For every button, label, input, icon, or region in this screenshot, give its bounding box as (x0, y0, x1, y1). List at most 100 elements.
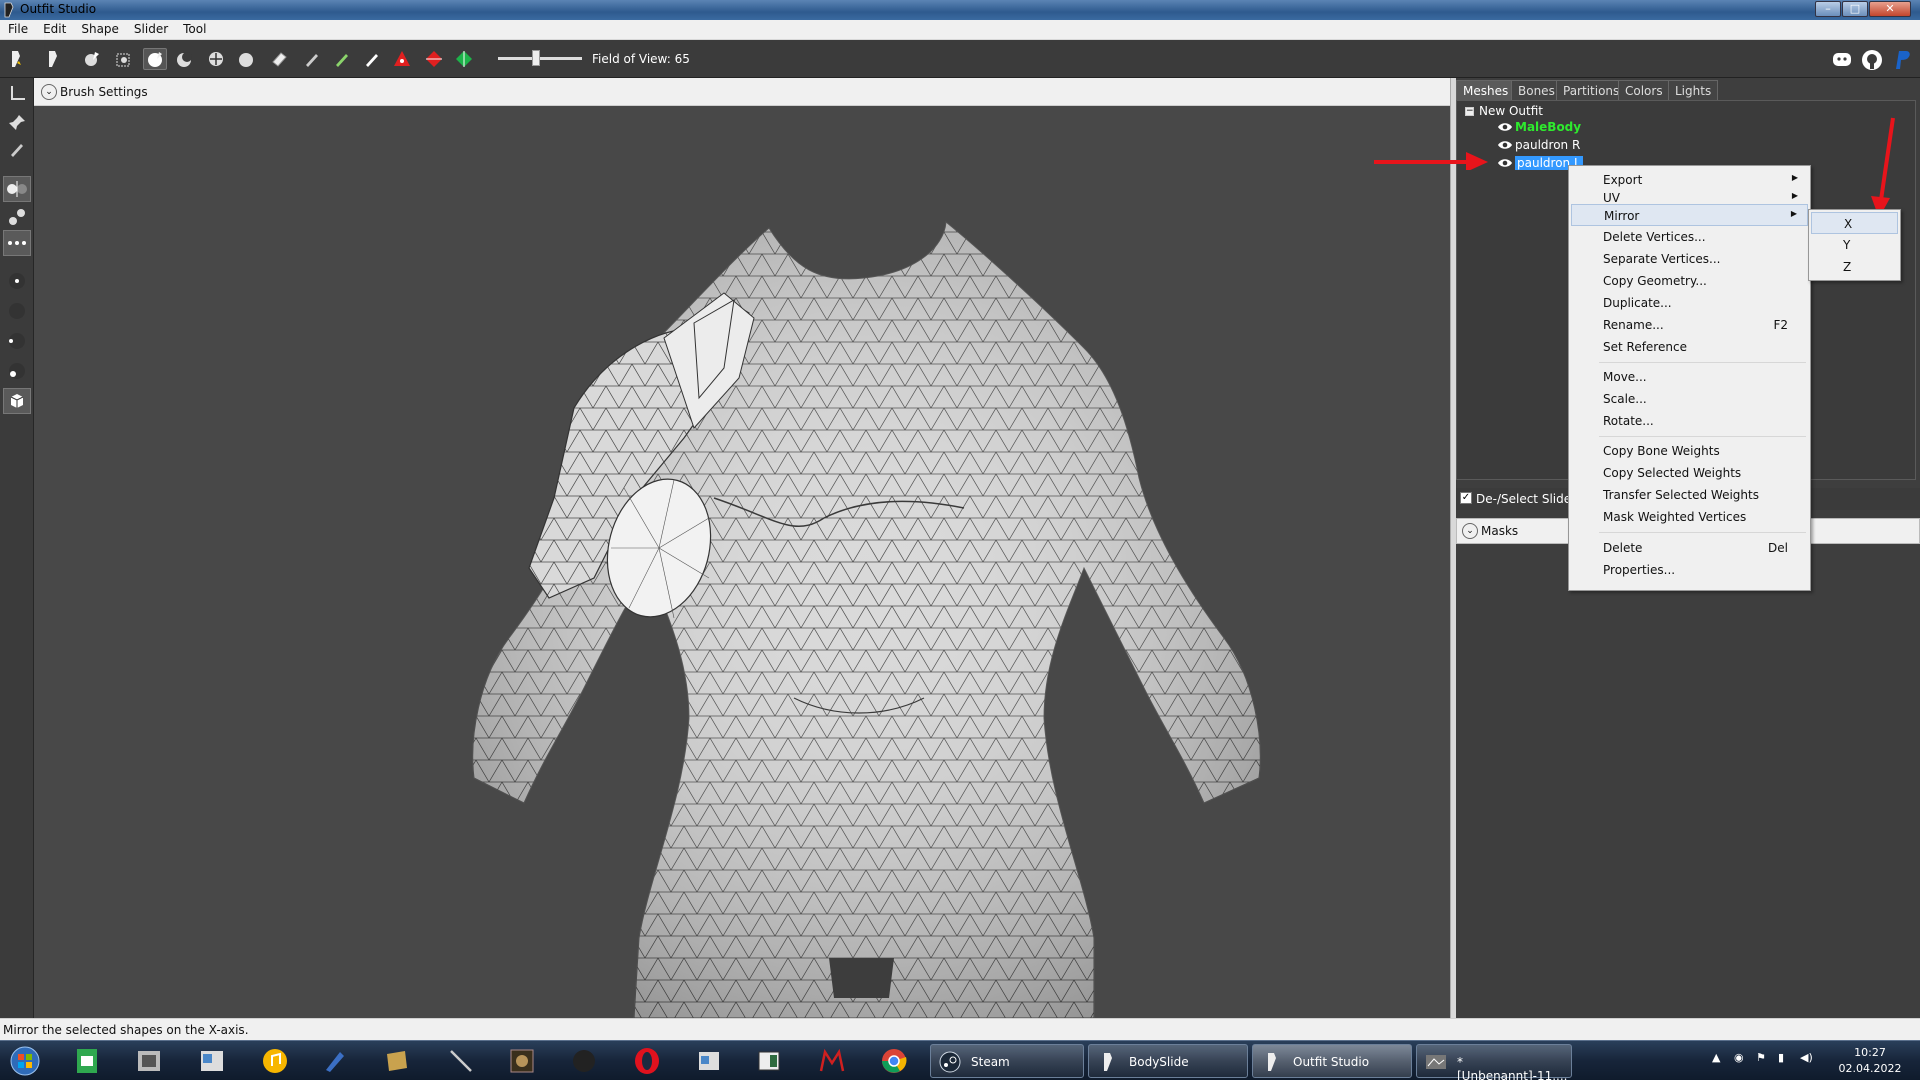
submenu-item-z[interactable]: Z (1811, 256, 1898, 278)
volume-tray-icon[interactable]: ◀) (1800, 1051, 1813, 1064)
brush-size-small-icon[interactable] (3, 268, 31, 294)
bodyslide-star-icon[interactable] (4, 48, 28, 70)
menu-separator (1599, 532, 1806, 533)
menu-item-properties[interactable]: Properties... (1571, 559, 1808, 581)
tab-partitions[interactable]: Partitions (1556, 80, 1627, 100)
unmask-brush-icon[interactable] (172, 48, 196, 70)
menu-item-copy-selected-weights[interactable]: Copy Selected Weights (1571, 462, 1808, 484)
select-sliders-label: De-/Select Sliders (1476, 492, 1583, 506)
pencil-icon[interactable] (3, 136, 31, 162)
menu-item-delete[interactable]: Delete Del (1571, 537, 1808, 559)
menu-shape[interactable]: Shape (73, 20, 126, 36)
wireframe-cube-icon[interactable] (3, 388, 31, 414)
menu-item-set-reference[interactable]: Set Reference (1571, 336, 1808, 358)
chrome-browser-icon[interactable] (877, 1045, 911, 1077)
network-tray-icon[interactable]: ▮ (1778, 1051, 1784, 1064)
window-app-icon[interactable] (752, 1045, 786, 1077)
explorer-icon[interactable] (195, 1045, 229, 1077)
tree-item-malebody[interactable]: MaleBody (1515, 120, 1581, 134)
color-brush-icon[interactable] (330, 48, 354, 70)
brush-size-large-icon[interactable] (3, 328, 31, 354)
move-brush-icon[interactable] (204, 48, 228, 70)
music-player-icon[interactable] (258, 1045, 292, 1077)
3d-viewport[interactable] (34, 78, 1450, 1019)
collapse-vertex-icon[interactable] (390, 48, 414, 70)
tree-item-pauldron-r[interactable]: pauldron R (1515, 138, 1580, 152)
menu-item-rotate[interactable]: Rotate... (1571, 410, 1808, 432)
taskbar-steam-button[interactable]: Steam (930, 1044, 1084, 1078)
mask-brush-icon[interactable] (143, 48, 167, 70)
submenu-item-x[interactable]: X (1811, 212, 1898, 234)
menu-tool[interactable]: Tool (175, 20, 213, 36)
circle-app-icon[interactable] (567, 1045, 601, 1077)
taskbar-clock[interactable]: 10:27 02.04.2022 (1830, 1045, 1910, 1077)
pen-app-icon[interactable] (318, 1045, 352, 1077)
select-sliders-checkbox[interactable]: ✓ (1460, 492, 1472, 504)
maximize-button[interactable]: □ (1842, 1, 1868, 17)
split-edge-icon[interactable] (452, 48, 476, 70)
taskbar-outfit-studio-button[interactable]: Outfit Studio (1252, 1044, 1412, 1078)
menu-item-transfer-selected-weights[interactable]: Transfer Selected Weights (1571, 484, 1808, 506)
x-mirror-icon[interactable] (3, 176, 31, 202)
submenu-item-y[interactable]: Y (1811, 234, 1898, 256)
menu-file[interactable]: File (0, 20, 35, 36)
chevron-down-icon[interactable]: ⌄ (41, 84, 57, 100)
discord-icon[interactable] (1830, 48, 1854, 72)
window-manager-icon[interactable] (692, 1045, 726, 1077)
smooth-brush-icon[interactable] (234, 48, 258, 70)
game-app-icon[interactable] (505, 1045, 539, 1077)
tray-expand-icon[interactable]: ▲ (1712, 1051, 1720, 1064)
spreadsheet-app-icon[interactable] (70, 1045, 104, 1077)
axes-icon[interactable] (3, 80, 31, 106)
tab-lights[interactable]: Lights (1668, 80, 1719, 100)
menu-item-scale[interactable]: Scale... (1571, 388, 1808, 410)
select-brush-icon[interactable] (80, 48, 104, 70)
pin-icon[interactable] (3, 110, 31, 136)
steam-tray-icon[interactable]: ◉ (1734, 1051, 1744, 1064)
menu-edit[interactable]: Edit (35, 20, 73, 36)
vertex-dots-icon[interactable] (3, 230, 31, 256)
tab-bones[interactable]: Bones (1511, 80, 1562, 100)
mx-app-icon[interactable] (815, 1045, 849, 1077)
tab-colors[interactable]: Colors (1618, 80, 1670, 100)
brush-size-medium-icon[interactable] (3, 298, 31, 324)
eye-icon[interactable] (1497, 121, 1513, 133)
opera-browser-icon[interactable] (630, 1045, 664, 1077)
menu-slider[interactable]: Slider (126, 20, 175, 36)
menu-item-rename[interactable]: Rename... F2 (1571, 314, 1808, 336)
alpha-brush-icon[interactable] (360, 48, 384, 70)
menu-item-mirror[interactable]: Mirror ▶ (1571, 204, 1808, 226)
eraser-icon[interactable] (267, 48, 291, 70)
taskbar-bodyslide-button[interactable]: BodySlide (1088, 1044, 1248, 1078)
menu-item-mask-weighted-vertices[interactable]: Mask Weighted Vertices (1571, 506, 1808, 528)
paypal-icon[interactable] (1890, 48, 1914, 72)
brush-settings-bar[interactable]: ⌄ Brush Settings (34, 78, 1450, 106)
start-button-icon[interactable] (8, 1045, 42, 1077)
menu-item-separate-vertices[interactable]: Separate Vertices... (1571, 248, 1808, 270)
menu-item-move[interactable]: Move... (1571, 366, 1808, 388)
menu-item-copy-bone-weights[interactable]: Copy Bone Weights (1571, 440, 1808, 462)
bodyslide-icon[interactable] (41, 48, 65, 70)
flip-edge-icon[interactable] (422, 48, 446, 70)
menu-item-copy-geometry[interactable]: Copy Geometry... (1571, 270, 1808, 292)
brush-falloff-icon[interactable] (3, 358, 31, 384)
film-app-icon[interactable] (132, 1045, 166, 1077)
menu-item-delete-vertices[interactable]: Delete Vertices... (1571, 226, 1808, 248)
close-button[interactable]: ✕ (1869, 1, 1911, 17)
connected-only-icon[interactable] (3, 204, 31, 230)
taskbar-unbenannt-button[interactable]: *[Unbenannt]-11.... (1416, 1044, 1572, 1080)
fov-slider-thumb[interactable] (532, 50, 540, 66)
weight-brush-icon[interactable] (300, 48, 324, 70)
eye-icon[interactable] (1497, 139, 1513, 151)
tab-meshes[interactable]: Meshes (1456, 80, 1516, 100)
menu-item-duplicate[interactable]: Duplicate... (1571, 292, 1808, 314)
github-icon[interactable] (1860, 48, 1884, 72)
scroll-app-icon[interactable] (380, 1045, 414, 1077)
chevron-down-icon[interactable]: ⌄ (1462, 523, 1478, 539)
eye-icon[interactable] (1497, 157, 1513, 169)
minimize-button[interactable]: – (1815, 1, 1841, 17)
sword-app-icon[interactable] (444, 1045, 478, 1077)
transform-icon[interactable] (112, 48, 136, 70)
flag-tray-icon[interactable]: ⚑ (1756, 1051, 1766, 1064)
fov-slider-track[interactable] (498, 57, 582, 60)
